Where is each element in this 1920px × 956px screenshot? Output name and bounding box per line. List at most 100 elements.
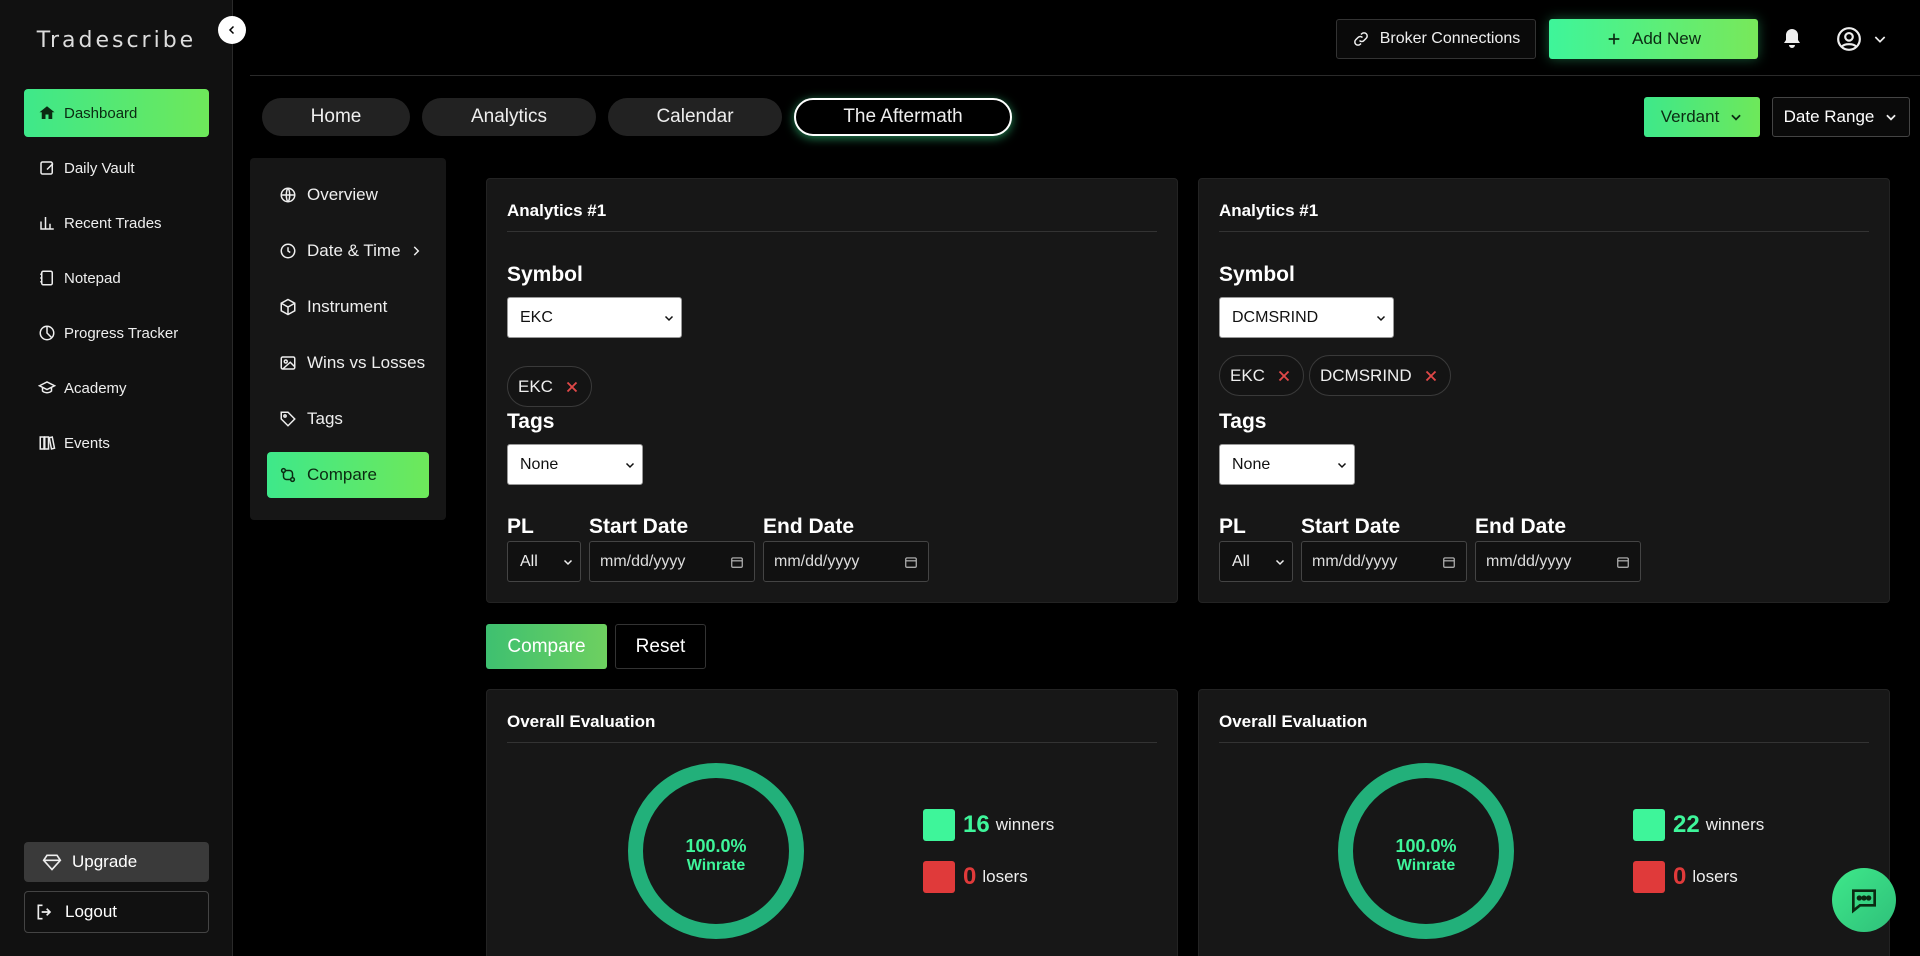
progress-icon — [39, 325, 55, 341]
submenu-instrument[interactable]: Instrument — [267, 284, 429, 330]
user-menu[interactable] — [1836, 26, 1890, 52]
calendar-icon — [905, 556, 917, 568]
sidebar-item-label: Recent Trades — [64, 214, 162, 232]
winrate-readout: 100.0% Winrate — [628, 836, 804, 875]
analytics-submenu: Overview Date & Time Instrument Wins vs … — [250, 158, 446, 520]
chevron-down-icon — [664, 315, 674, 321]
tags-label: Tags — [507, 410, 555, 433]
start-date-placeholder: mm/dd/yyyy — [1312, 552, 1398, 570]
tab-analytics[interactable]: Analytics — [422, 98, 596, 136]
brand-logo: Tradescribe — [36, 28, 197, 53]
logout-icon — [37, 904, 52, 920]
winners-count: 22 — [1673, 811, 1700, 838]
tags-select[interactable]: None — [1219, 444, 1355, 485]
remove-chip-icon[interactable] — [563, 378, 581, 396]
upgrade-label: Upgrade — [72, 852, 138, 871]
panel-divider — [507, 742, 1157, 743]
account-selector-label: Verdant — [1660, 107, 1720, 126]
pl-select[interactable]: All — [1219, 541, 1293, 582]
end-date-placeholder: mm/dd/yyyy — [1486, 552, 1572, 570]
calendar-icon — [731, 556, 743, 568]
pl-label: PL — [1219, 515, 1246, 538]
chevron-down-icon — [1886, 114, 1897, 121]
losers-legend: 0 losers — [1633, 861, 1738, 893]
diamond-icon — [42, 854, 62, 871]
remove-chip-icon[interactable] — [1275, 367, 1293, 385]
chevron-down-icon — [563, 559, 573, 565]
reset-button[interactable]: Reset — [615, 624, 706, 669]
submenu-compare[interactable]: Compare — [267, 452, 429, 498]
bell-icon[interactable] — [1780, 27, 1804, 51]
submenu-label: Tags — [307, 409, 343, 428]
sidebar-item-recent-trades[interactable]: Recent Trades — [24, 199, 209, 247]
start-date-input[interactable]: mm/dd/yyyy — [1301, 541, 1467, 582]
losers-swatch — [1633, 861, 1665, 893]
sidebar: Tradescribe Dashboard Daily Vault Recent… — [0, 0, 233, 956]
winners-count: 16 — [963, 811, 990, 838]
panel-title: Analytics #1 — [507, 201, 607, 220]
end-date-label: End Date — [1475, 515, 1567, 538]
sidebar-item-academy[interactable]: Academy — [24, 364, 209, 412]
logout-button[interactable]: Logout — [24, 891, 209, 933]
chevron-down-icon — [1376, 315, 1386, 321]
submenu-label: Wins vs Losses — [307, 353, 426, 372]
edit-square-icon — [40, 161, 54, 175]
submenu-label: Overview — [307, 185, 378, 204]
panel-divider — [1219, 742, 1869, 743]
broker-connections-button[interactable]: Broker Connections — [1336, 19, 1536, 59]
symbol-chip-label: EKC — [1230, 365, 1265, 385]
notepad-icon — [40, 270, 53, 286]
date-range-button[interactable]: Date Range — [1772, 97, 1910, 137]
start-date-label: Start Date — [1301, 515, 1401, 538]
losers-legend: 0 losers — [923, 861, 1028, 893]
end-date-input[interactable]: mm/dd/yyyy — [1475, 541, 1641, 582]
submenu-date-time[interactable]: Date & Time — [267, 228, 429, 274]
chevron-down-icon — [1337, 462, 1347, 468]
chat-support-button[interactable] — [1832, 868, 1896, 932]
plus-icon — [1608, 33, 1620, 45]
end-date-input[interactable]: mm/dd/yyyy — [763, 541, 929, 582]
tags-select[interactable]: None — [507, 444, 643, 485]
sidebar-item-progress-tracker[interactable]: Progress Tracker — [24, 309, 209, 357]
submenu-overview[interactable]: Overview — [267, 172, 429, 218]
sidebar-item-label: Notepad — [64, 269, 121, 287]
symbol-select[interactable]: DCMSRIND — [1219, 297, 1394, 338]
sidebar-item-label: Academy — [64, 379, 127, 397]
symbol-chip: EKC — [507, 366, 592, 407]
winners-label: winners — [995, 815, 1055, 834]
winrate-percent: 100.0% — [685, 836, 747, 856]
winrate-label: Winrate — [1396, 857, 1456, 874]
account-selector[interactable]: Verdant — [1644, 97, 1760, 137]
calendar-icon — [1443, 556, 1455, 568]
start-date-input[interactable]: mm/dd/yyyy — [589, 541, 755, 582]
symbol-select-value: EKC — [520, 308, 553, 326]
add-new-label: Add New — [1632, 29, 1701, 48]
upgrade-button[interactable]: Upgrade — [24, 842, 209, 882]
bar-chart-icon — [40, 217, 54, 230]
user-circle-icon — [1837, 27, 1861, 51]
submenu-tags[interactable]: Tags — [267, 396, 429, 442]
losers-swatch — [923, 861, 955, 893]
tab-home[interactable]: Home — [262, 98, 410, 136]
tab-calendar[interactable]: Calendar — [608, 98, 782, 136]
sidebar-item-dashboard[interactable]: Dashboard — [24, 89, 209, 137]
compare-button[interactable]: Compare — [486, 624, 607, 669]
collapse-sidebar-button[interactable] — [218, 16, 246, 44]
home-icon — [39, 106, 55, 119]
winrate-readout: 100.0% Winrate — [1338, 836, 1514, 875]
panel-title: Analytics #1 — [1219, 201, 1319, 220]
sidebar-item-daily-vault[interactable]: Daily Vault — [24, 144, 209, 192]
tab-the-aftermath[interactable]: The Aftermath — [794, 98, 1012, 136]
symbol-select[interactable]: EKC — [507, 297, 682, 338]
pl-select[interactable]: All — [507, 541, 581, 582]
header-divider — [250, 75, 1920, 76]
sidebar-item-events[interactable]: Events — [24, 419, 209, 467]
losers-label: losers — [982, 867, 1028, 886]
add-new-button[interactable]: Add New — [1549, 19, 1758, 59]
calendar-icon — [1617, 556, 1629, 568]
submenu-wins-vs-losses[interactable]: Wins vs Losses — [267, 340, 429, 386]
remove-chip-icon[interactable] — [1422, 367, 1440, 385]
sidebar-item-notepad[interactable]: Notepad — [24, 254, 209, 302]
winners-label: winners — [1705, 815, 1765, 834]
winners-swatch — [923, 809, 955, 841]
